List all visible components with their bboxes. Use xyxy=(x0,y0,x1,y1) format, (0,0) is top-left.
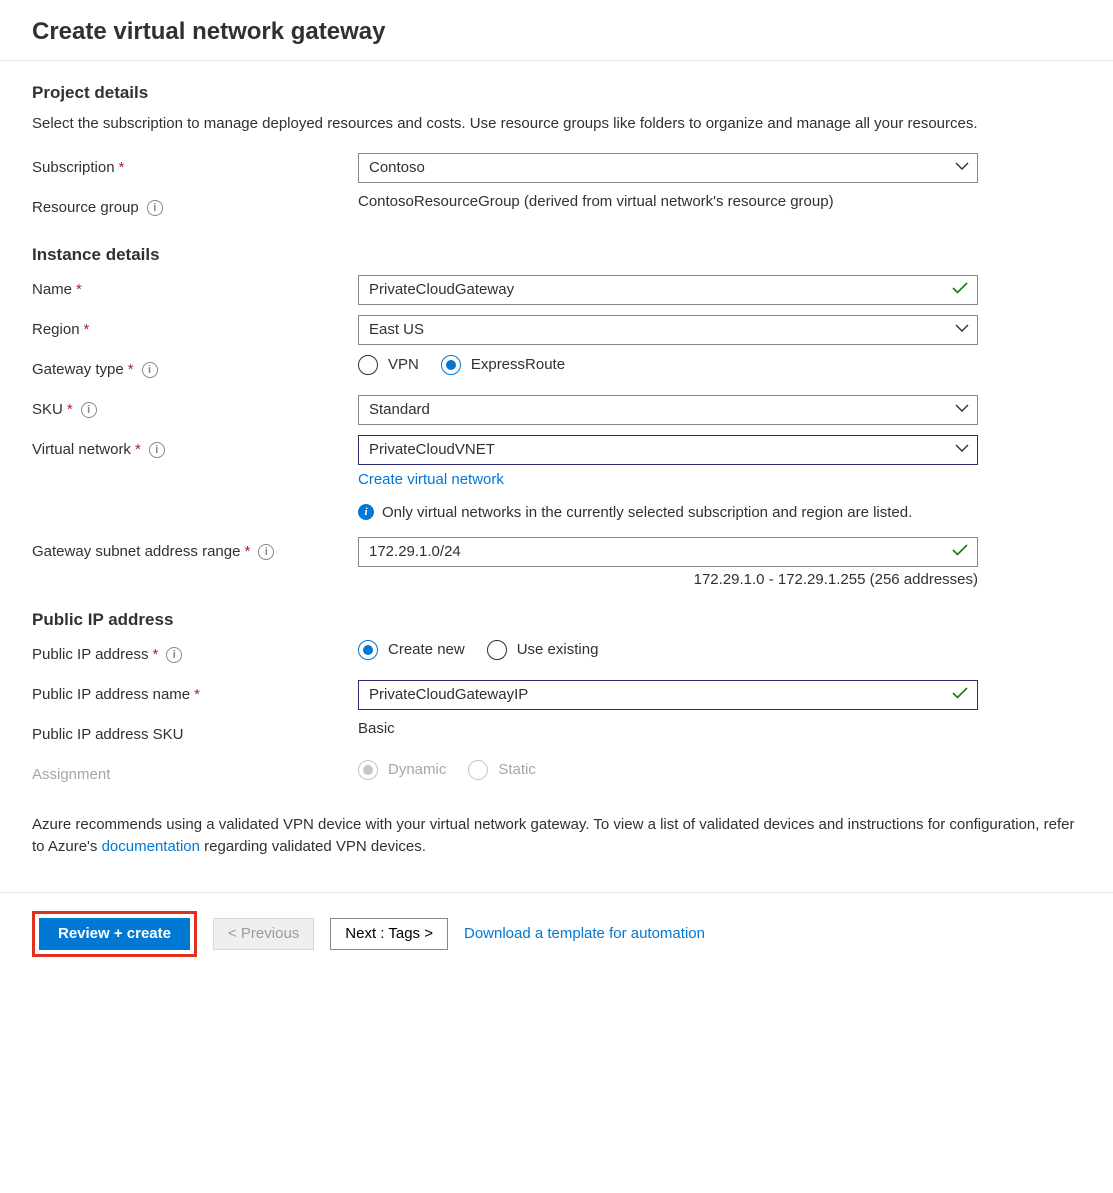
info-icon[interactable]: i xyxy=(166,647,182,663)
required-marker: * xyxy=(194,686,200,703)
review-highlight-box: Review + create xyxy=(32,911,197,957)
page-title: Create virtual network gateway xyxy=(32,18,1081,46)
info-icon[interactable]: i xyxy=(149,442,165,458)
vnet-note: Only virtual networks in the currently s… xyxy=(382,504,912,521)
radio-label: Use existing xyxy=(517,641,599,658)
subnet-value: 172.29.1.0/24 xyxy=(369,543,461,560)
pip-label: Public IP address xyxy=(32,646,148,663)
name-input[interactable]: PrivateCloudGateway xyxy=(358,275,978,305)
required-marker: * xyxy=(128,361,134,378)
vnet-value: PrivateCloudVNET xyxy=(369,441,495,458)
assignment-static-radio: Static xyxy=(468,760,536,780)
next-button[interactable]: Next : Tags > xyxy=(330,918,448,950)
required-marker: * xyxy=(67,401,73,418)
required-marker: * xyxy=(76,281,82,298)
resource-group-value: ContosoResourceGroup (derived from virtu… xyxy=(358,193,1081,210)
gateway-type-vpn-radio[interactable]: VPN xyxy=(358,355,419,375)
name-label: Name xyxy=(32,281,72,298)
gateway-type-label: Gateway type xyxy=(32,361,124,378)
chevron-down-icon xyxy=(955,321,969,339)
subscription-select[interactable]: Contoso xyxy=(358,153,978,183)
section-pip-title: Public IP address xyxy=(32,610,1081,630)
review-create-button[interactable]: Review + create xyxy=(39,918,190,950)
radio-label: Static xyxy=(498,761,536,778)
subscription-label: Subscription xyxy=(32,159,115,176)
chevron-down-icon xyxy=(955,159,969,177)
page-header: Create virtual network gateway xyxy=(0,0,1113,61)
previous-button: < Previous xyxy=(213,918,314,950)
check-icon xyxy=(951,279,969,301)
vnet-label: Virtual network xyxy=(32,441,131,458)
region-label: Region xyxy=(32,321,80,338)
radio-label: Dynamic xyxy=(388,761,446,778)
subscription-value: Contoso xyxy=(369,159,425,176)
pip-name-input[interactable]: PrivateCloudGatewayIP xyxy=(358,680,978,710)
required-marker: * xyxy=(244,543,250,560)
info-icon[interactable]: i xyxy=(258,544,274,560)
pip-name-value: PrivateCloudGatewayIP xyxy=(369,686,528,703)
sku-label: SKU xyxy=(32,401,63,418)
name-value: PrivateCloudGateway xyxy=(369,281,514,298)
subnet-label: Gateway subnet address range xyxy=(32,543,240,560)
subnet-input[interactable]: 172.29.1.0/24 xyxy=(358,537,978,567)
required-marker: * xyxy=(135,441,141,458)
gateway-type-expressroute-radio[interactable]: ExpressRoute xyxy=(441,355,565,375)
region-select[interactable]: East US xyxy=(358,315,978,345)
check-icon xyxy=(951,541,969,563)
radio-label: VPN xyxy=(388,356,419,373)
assignment-dynamic-radio: Dynamic xyxy=(358,760,446,780)
subnet-helper: 172.29.1.0 - 172.29.1.255 (256 addresses… xyxy=(358,571,978,588)
radio-label: Create new xyxy=(388,641,465,658)
pip-create-new-radio[interactable]: Create new xyxy=(358,640,465,660)
assignment-label: Assignment xyxy=(32,766,110,783)
pip-name-label: Public IP address name xyxy=(32,686,190,703)
check-icon xyxy=(951,684,969,706)
download-template-link[interactable]: Download a template for automation xyxy=(464,925,705,942)
footer-bar: Review + create < Previous Next : Tags >… xyxy=(0,892,1113,985)
info-icon: i xyxy=(358,504,374,520)
pip-sku-value: Basic xyxy=(358,720,1081,737)
pip-sku-label: Public IP address SKU xyxy=(32,726,183,743)
info-icon[interactable]: i xyxy=(147,200,163,216)
sku-select[interactable]: Standard xyxy=(358,395,978,425)
section-instance-title: Instance details xyxy=(32,245,1081,265)
info-icon[interactable]: i xyxy=(142,362,158,378)
required-marker: * xyxy=(84,321,90,338)
section-project-desc: Select the subscription to manage deploy… xyxy=(32,113,1081,135)
info-icon[interactable]: i xyxy=(81,402,97,418)
pip-use-existing-radio[interactable]: Use existing xyxy=(487,640,599,660)
chevron-down-icon xyxy=(955,441,969,459)
vnet-select[interactable]: PrivateCloudVNET xyxy=(358,435,978,465)
radio-label: ExpressRoute xyxy=(471,356,565,373)
section-project-title: Project details xyxy=(32,83,1081,103)
required-marker: * xyxy=(119,159,125,176)
footnote-text: Azure recommends using a validated VPN d… xyxy=(32,814,1081,859)
resource-group-label: Resource group xyxy=(32,199,139,216)
region-value: East US xyxy=(369,321,424,338)
sku-value: Standard xyxy=(369,401,430,418)
doc-link[interactable]: documentation xyxy=(102,838,200,855)
required-marker: * xyxy=(152,646,158,663)
chevron-down-icon xyxy=(955,401,969,419)
create-vnet-link[interactable]: Create virtual network xyxy=(358,471,1081,488)
